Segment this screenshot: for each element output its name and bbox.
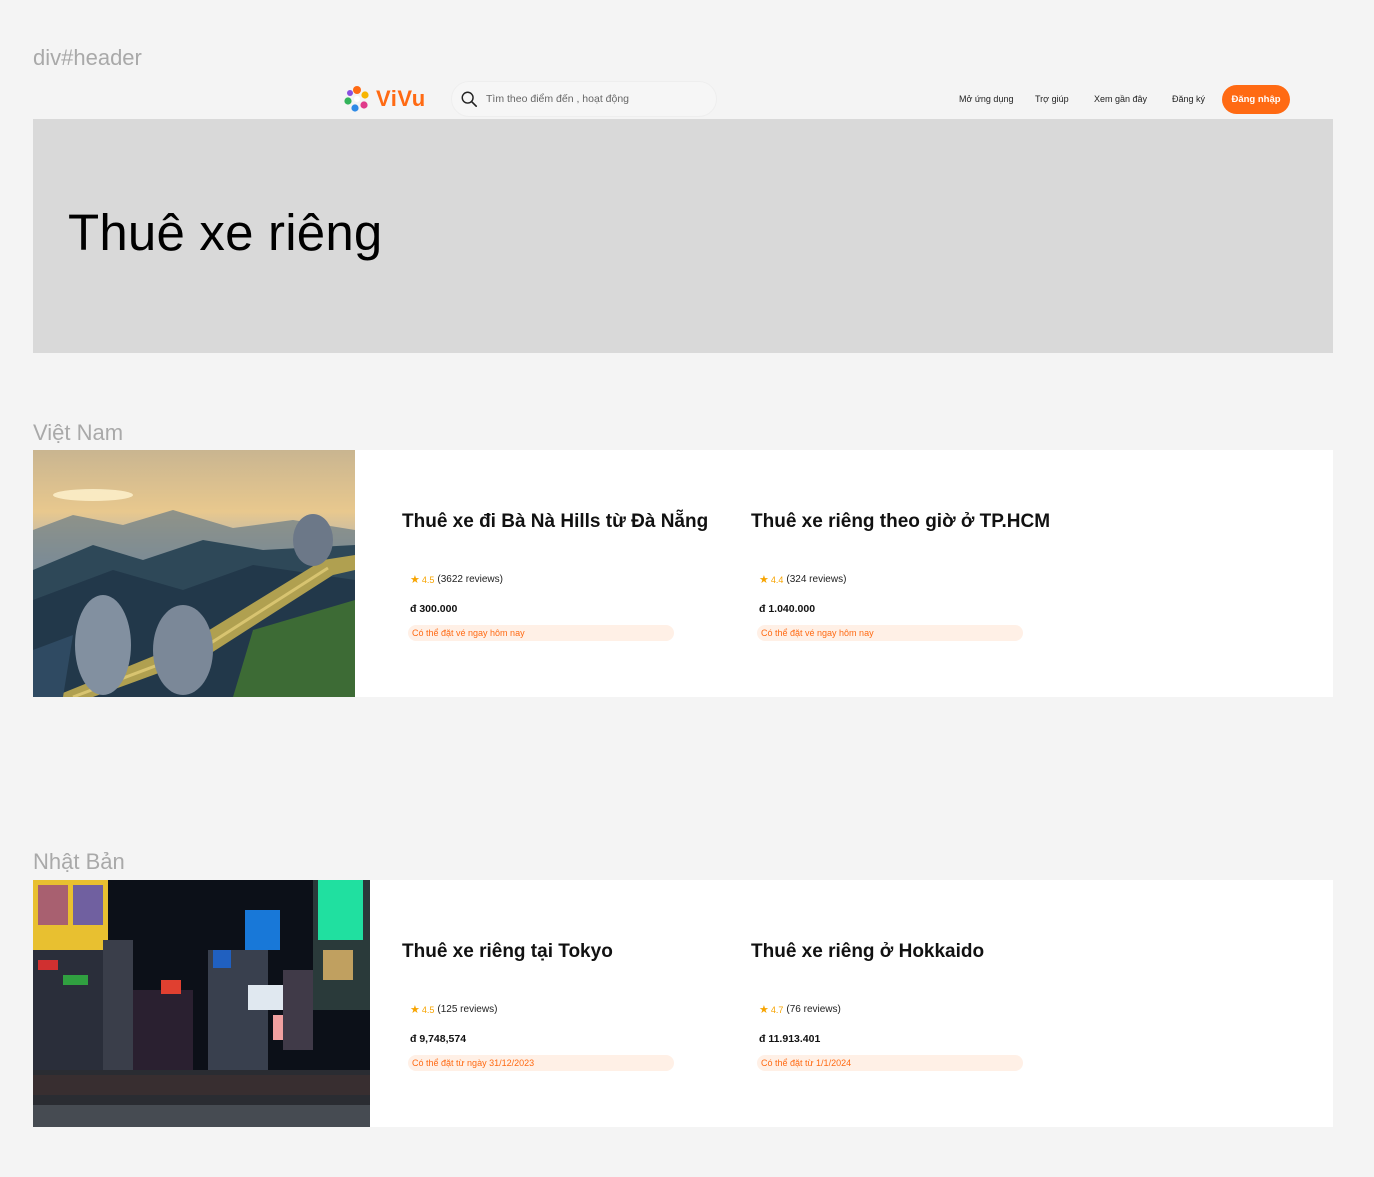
golden-bridge-photo <box>33 450 355 697</box>
price: đ 11.913.401 <box>759 1033 821 1045</box>
price: đ 300.000 <box>410 603 458 615</box>
review-count: (125 reviews) <box>437 1004 498 1015</box>
availability-badge: Có thể đặt vé ngay hôm nay <box>757 625 1023 641</box>
section-card-japan: Thuê xe riêng tại Tokyo ★ 4.5 (125 revie… <box>33 880 1333 1127</box>
product-card[interactable]: Thuê xe đi Bà Nà Hills từ Đà Nẵng ★ 4.5 … <box>402 450 732 697</box>
review-count: (324 reviews) <box>786 574 847 585</box>
rating: ★ 4.7 (76 reviews) <box>759 1003 841 1016</box>
top-nav: Mở ứng dụng Trợ giúp Xem gần đây Đăng ký <box>33 80 1333 120</box>
header-frame-label: div#header <box>33 45 142 70</box>
login-button[interactable]: Đăng nhập <box>1222 85 1290 114</box>
product-title[interactable]: Thuê xe riêng ở Hokkaido <box>751 941 984 963</box>
product-card[interactable]: Thuê xe riêng theo giờ ở TP.HCM ★ 4.4 (3… <box>751 450 1081 697</box>
review-count: (3622 reviews) <box>437 574 503 585</box>
tokyo-street-photo <box>33 880 370 1127</box>
product-title[interactable]: Thuê xe riêng theo giờ ở TP.HCM <box>751 511 1050 533</box>
rating-score: 4.5 <box>421 574 435 585</box>
star-icon: ★ <box>410 1004 420 1016</box>
product-card[interactable]: Thuê xe riêng tại Tokyo ★ 4.5 (125 revie… <box>402 880 732 1127</box>
page-title: Thuê xe riêng <box>68 204 383 261</box>
product-title[interactable]: Thuê xe đi Bà Nà Hills từ Đà Nẵng <box>402 511 708 533</box>
rating: ★ 4.5 (3622 reviews) <box>410 573 503 586</box>
rating-score: 4.5 <box>421 1004 435 1015</box>
section-label-japan: Nhật Bản <box>33 849 125 874</box>
section-card-vietnam: Thuê xe đi Bà Nà Hills từ Đà Nẵng ★ 4.5 … <box>33 450 1333 697</box>
nav-open-app-link[interactable]: Mở ứng dụng <box>959 94 1013 104</box>
site-header: ViVu Mở ứng dụng Trợ giúp Xem gần đây Đă… <box>33 80 1333 120</box>
rating-score: 4.7 <box>770 1004 784 1015</box>
nav-help-link[interactable]: Trợ giúp <box>1035 94 1069 104</box>
hero-banner: Thuê xe riêng <box>33 119 1333 353</box>
availability-badge: Có thể đặt vé ngay hôm nay <box>408 625 674 641</box>
rating: ★ 4.4 (324 reviews) <box>759 573 846 586</box>
review-count: (76 reviews) <box>786 1004 841 1015</box>
rating-score: 4.4 <box>770 574 784 585</box>
product-title[interactable]: Thuê xe riêng tại Tokyo <box>402 941 613 963</box>
star-icon: ★ <box>410 574 420 586</box>
product-card[interactable]: Thuê xe riêng ở Hokkaido ★ 4.7 (76 revie… <box>751 880 1081 1127</box>
availability-badge: Có thể đặt từ ngày 31/12/2023 <box>408 1055 674 1071</box>
section-label-vietnam: Việt Nam <box>33 420 124 445</box>
nav-recently-viewed-link[interactable]: Xem gần đây <box>1094 94 1147 104</box>
price: đ 1.040.000 <box>759 603 816 615</box>
availability-badge: Có thể đặt từ 1/1/2024 <box>757 1055 1023 1071</box>
star-icon: ★ <box>759 1004 769 1016</box>
price: đ 9,748,574 <box>410 1033 467 1045</box>
nav-signup-link[interactable]: Đăng ký <box>1172 94 1205 104</box>
star-icon: ★ <box>759 574 769 586</box>
rating: ★ 4.5 (125 reviews) <box>410 1003 497 1016</box>
